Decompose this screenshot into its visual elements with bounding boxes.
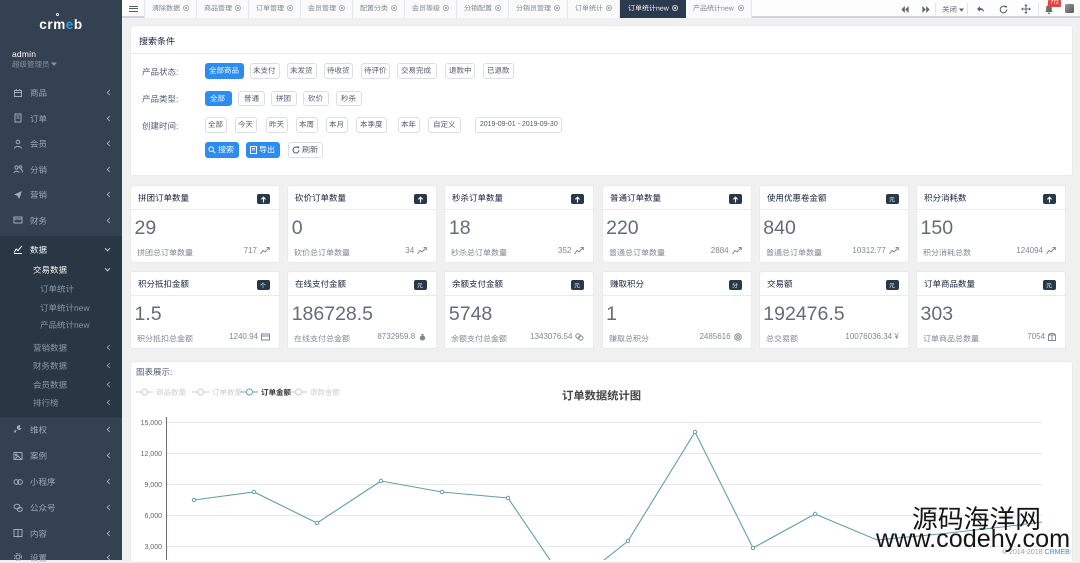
svg-text:12,000: 12,000 [141, 451, 163, 458]
svg-text:15,000: 15,000 [141, 420, 163, 427]
svg-text:3,000: 3,000 [144, 544, 162, 551]
svg-text:9,000: 9,000 [144, 482, 162, 489]
svg-text:6,000: 6,000 [144, 513, 162, 520]
